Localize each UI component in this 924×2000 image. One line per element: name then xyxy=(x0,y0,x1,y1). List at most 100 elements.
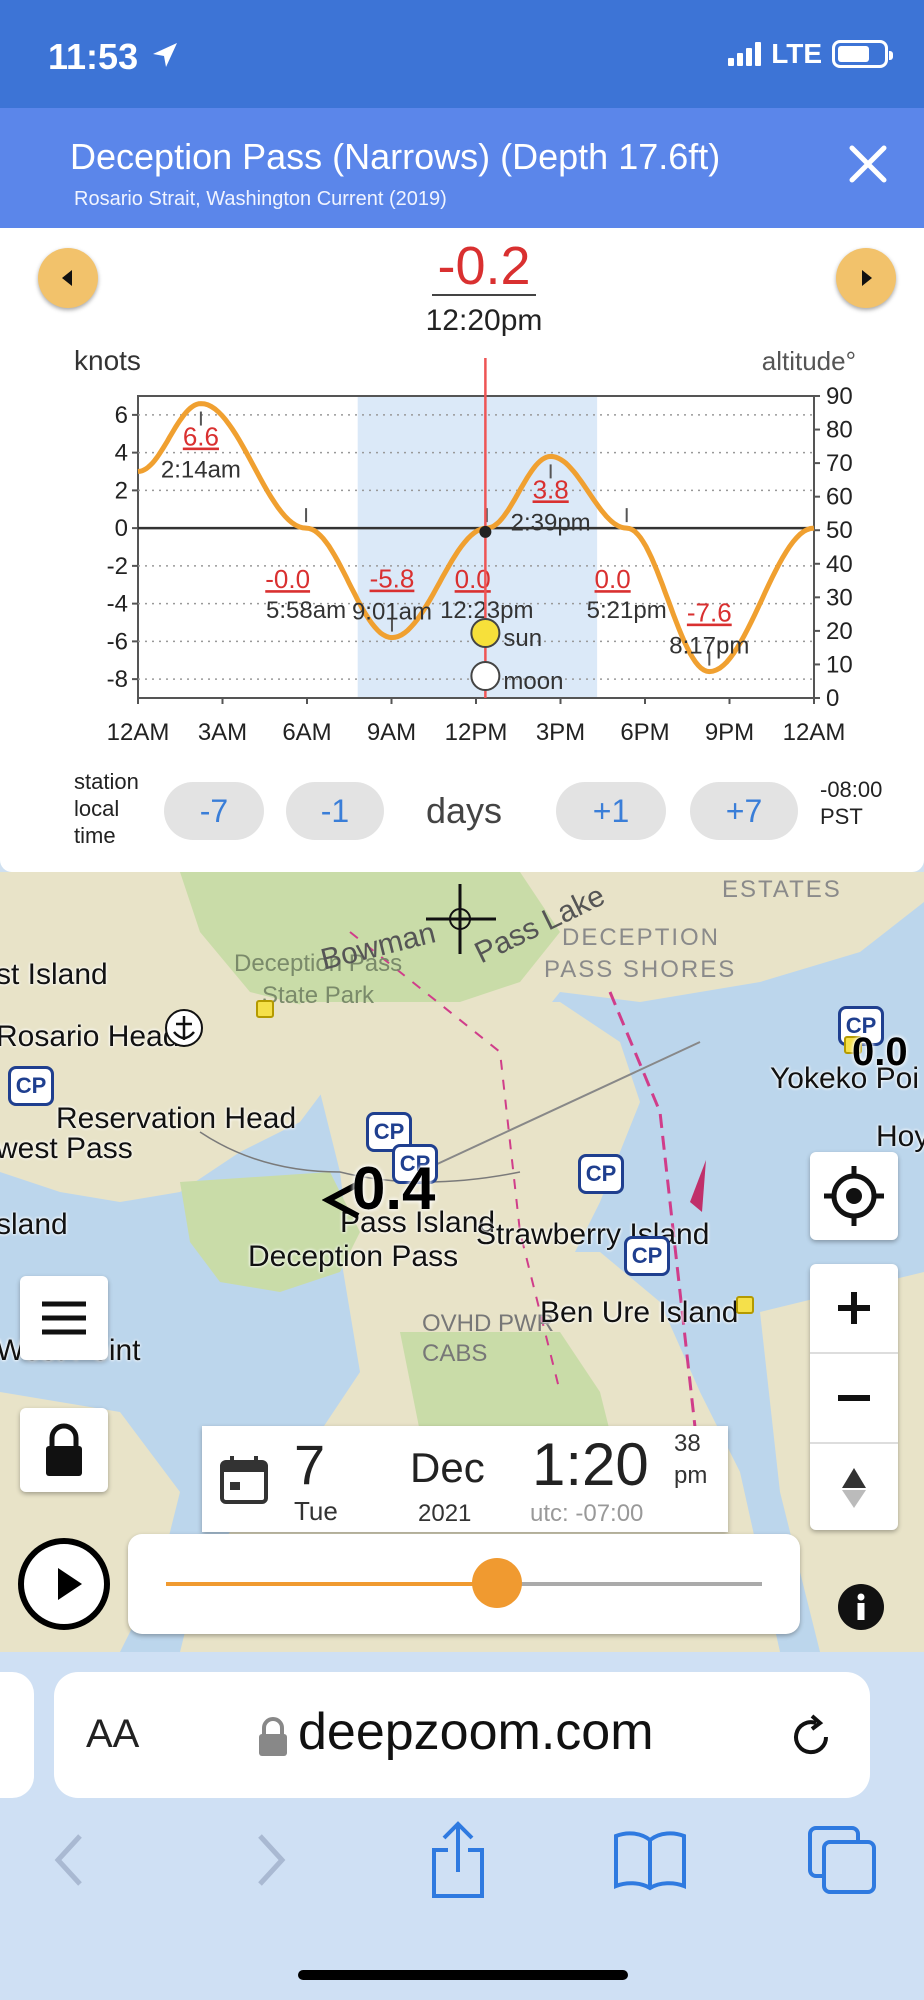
x-tick-label: 6AM xyxy=(282,719,331,746)
tabs-icon[interactable] xyxy=(806,1824,878,1896)
current-chart-panel: -0.2 12:20pm knots altitude° 6 4 2 0 -2 -4 -6-… xyxy=(0,228,924,872)
time-value: 1:20 xyxy=(532,1431,649,1498)
annotation-239pm-time: 2:39pm xyxy=(511,509,591,536)
time-utc-offset: utc: -07:00 xyxy=(530,1500,644,1527)
crosshair-icon xyxy=(824,1166,884,1226)
battery-icon xyxy=(832,40,893,68)
map-marker[interactable] xyxy=(736,1296,754,1314)
map-label-ovhd: OVHD PWR xyxy=(422,1310,554,1337)
share-icon[interactable] xyxy=(426,1820,490,1900)
minus-7-days-button[interactable]: -7 xyxy=(164,782,264,840)
annotation-817pm-value: -7.6 xyxy=(687,598,732,628)
menu-button[interactable] xyxy=(20,1276,108,1360)
map-label-reservation-head: Reservation Head xyxy=(56,1102,297,1135)
status-time: 11:53 xyxy=(48,36,139,77)
annotation-558am-time: 5:58am xyxy=(266,597,346,624)
bookmarks-icon[interactable] xyxy=(612,1828,688,1892)
lock-icon xyxy=(259,1717,287,1756)
moon-label: moon xyxy=(503,668,563,695)
date-year: 2021 xyxy=(418,1500,472,1527)
y2-tick-label: 80 xyxy=(826,417,853,444)
y-tick-label: 0 xyxy=(115,515,128,542)
y-axis-label: knots xyxy=(74,345,141,376)
x-tick-label: 6PM xyxy=(620,719,669,746)
y2-tick-label: 40 xyxy=(826,551,853,578)
lock-button[interactable] xyxy=(20,1408,108,1492)
date-day: 7 xyxy=(294,1433,326,1496)
slider-track xyxy=(166,1558,762,1608)
calendar-icon[interactable] xyxy=(216,1452,272,1508)
days-label: days xyxy=(426,790,503,831)
x-tick-label: 9PM xyxy=(705,719,754,746)
address-bar[interactable]: AA deepzoom.com xyxy=(54,1672,870,1798)
y-tick-label: -2 xyxy=(107,553,128,580)
annotation-239pm-value: 3.8 xyxy=(533,474,569,504)
y2-tick-label: 60 xyxy=(826,484,853,511)
station-title: Deception Pass (Narrows) (Depth 17.6ft) xyxy=(70,136,721,177)
anchor-icon xyxy=(165,1009,203,1047)
map-label-ben-ure-island: Ben Ure Island xyxy=(540,1296,739,1329)
map-label-pass-shores: PASS SHORES xyxy=(544,956,737,983)
moon-icon xyxy=(470,661,501,691)
annotation-558am-value: -0.0 xyxy=(265,564,310,594)
x-tick-label: 3PM xyxy=(536,719,585,746)
map-label-west-pass: west Pass xyxy=(0,1132,133,1165)
slider-fill xyxy=(166,1582,497,1586)
map-label-hoy: Hoy xyxy=(876,1120,924,1153)
daylight-band xyxy=(357,396,598,698)
minus-1-day-button[interactable]: -1 xyxy=(286,782,384,840)
signal-icon xyxy=(728,42,762,66)
previous-tab-edge[interactable] xyxy=(0,1672,34,1798)
map-label-cabs: CABS xyxy=(422,1340,488,1367)
play-button[interactable] xyxy=(18,1538,110,1630)
annotation-214am-time: 2:14am xyxy=(161,457,241,484)
y2-tick-label: 10 xyxy=(826,651,853,678)
home-indicator xyxy=(298,1970,628,1980)
current-station-marker[interactable]: CP xyxy=(624,1236,670,1276)
station-header: Deception Pass (Narrows) (Depth 17.6ft) … xyxy=(0,108,924,228)
day-navigation: station local time -7 -1 days +1 +7 -08:… xyxy=(0,768,924,868)
y2-tick-label: 50 xyxy=(826,517,853,544)
current-station-marker[interactable]: CP xyxy=(578,1154,624,1194)
x-tick-label: 12PM xyxy=(445,719,508,746)
tide-current-chart[interactable]: -0.2 12:20pm knots altitude° 6420-2-4-6-… xyxy=(0,228,924,768)
play-icon xyxy=(58,1568,82,1600)
forward-icon[interactable] xyxy=(244,1830,294,1890)
url-text: deepzoom.com xyxy=(298,1703,654,1761)
date-weekday: Tue xyxy=(294,1496,338,1526)
status-indicators: LTE xyxy=(728,38,893,70)
slider-thumb[interactable] xyxy=(471,1558,522,1608)
y-tick-label: -8 xyxy=(107,666,128,693)
locate-me-button[interactable] xyxy=(810,1152,898,1240)
y-tick-label: -4 xyxy=(107,591,128,618)
close-icon[interactable] xyxy=(842,138,894,190)
status-bar: 11:53 LTE xyxy=(0,0,924,108)
map-label-deception: DECEPTION xyxy=(562,924,721,951)
annotation-521pm-value: 0.0 xyxy=(595,564,631,594)
time-ampm: pm xyxy=(674,1462,708,1489)
reader-settings-button[interactable]: AA xyxy=(86,1712,139,1757)
compass-icon[interactable] xyxy=(810,1444,898,1532)
time-seconds: 38 xyxy=(674,1430,701,1457)
reload-icon[interactable] xyxy=(786,1712,836,1762)
network-type: LTE xyxy=(771,38,822,69)
y2-tick-label: 30 xyxy=(826,584,853,611)
date-month: Dec xyxy=(410,1444,485,1491)
map-label-rosario-head: Rosario Head xyxy=(0,1020,180,1053)
map-label-sland: sland xyxy=(0,1208,68,1241)
back-icon[interactable] xyxy=(46,1830,96,1890)
info-button[interactable] xyxy=(838,1584,884,1630)
zoom-in-icon[interactable] xyxy=(810,1264,898,1352)
plus-7-days-button[interactable]: +7 xyxy=(690,782,798,840)
date-time-selector[interactable]: 7 Tue Dec 2021 1:20 38 pm utc: -07:00 xyxy=(202,1426,728,1532)
plus-1-day-button[interactable]: +1 xyxy=(556,782,666,840)
map-label-strawberry-island: Strawberry Island xyxy=(476,1218,710,1251)
station-subtitle: Rosario Strait, Washington Current (2019… xyxy=(74,188,447,210)
x-tick-label: 9AM xyxy=(367,719,416,746)
y-tick-label: 4 xyxy=(115,440,128,467)
y-tick-label: -6 xyxy=(107,628,128,655)
current-station-marker[interactable]: CP xyxy=(8,1066,54,1106)
zoom-out-icon[interactable] xyxy=(810,1354,898,1442)
y2-tick-label: 20 xyxy=(826,618,853,645)
map-marker[interactable] xyxy=(256,1000,274,1018)
